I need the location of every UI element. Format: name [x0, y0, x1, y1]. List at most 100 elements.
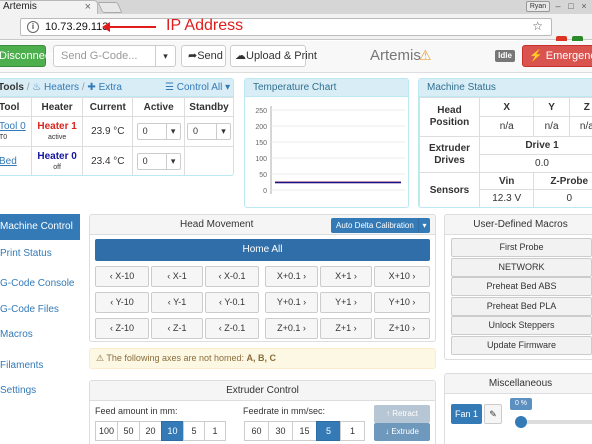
move-button[interactable]: X+10 ›: [374, 266, 430, 287]
feed-amount-option[interactable]: 20: [139, 421, 162, 441]
annotation-label: IP Address: [166, 17, 244, 34]
move-button[interactable]: ‹ Y-1: [151, 292, 203, 313]
feed-amount-option[interactable]: 100: [95, 421, 118, 441]
heater-1-label[interactable]: Heater 1: [32, 121, 83, 132]
move-button[interactable]: X+1 ›: [320, 266, 372, 287]
feed-amount-option[interactable]: 10: [161, 421, 184, 441]
heater-0-current: 23.4 °C: [82, 146, 134, 175]
move-button[interactable]: ‹ Z-10: [95, 318, 149, 339]
move-button[interactable]: ‹ X-10: [95, 266, 149, 287]
macro-button[interactable]: Update Firmware: [451, 336, 592, 355]
move-button[interactable]: Y+10 ›: [374, 292, 430, 313]
feedrate-label: Feedrate in mm/sec:: [243, 406, 326, 416]
chart-tick-label: 50: [259, 172, 267, 179]
gcode-input[interactable]: Send G-Code... ▾: [53, 45, 176, 67]
feed-amount-label: Feed amount in mm:: [95, 406, 178, 416]
heater-1-active-select[interactable]: 0: [136, 123, 181, 140]
tools-table: Tool Heater Current Active Standby Tool …: [0, 97, 233, 175]
crumb-tools[interactable]: Tools: [0, 82, 24, 93]
browser-tab[interactable]: Artemis ×: [0, 0, 98, 14]
move-button[interactable]: ‹ Z-0.1: [205, 318, 259, 339]
chevron-down-icon[interactable]: ▾: [418, 218, 430, 233]
disconnect-button[interactable]: Disconnect: [0, 45, 53, 67]
move-button[interactable]: ‹ X-0.1: [205, 266, 259, 287]
pin-icon[interactable]: ✎: [484, 404, 502, 424]
sidebar-item-macros[interactable]: Macros: [0, 322, 80, 348]
chevron-down-icon[interactable]: ▾: [155, 46, 175, 66]
move-button-label: X-0.1: [223, 271, 246, 281]
auto-delta-calibration-button[interactable]: Auto Delta Calibration ▾: [331, 218, 430, 233]
tab-close-icon[interactable]: ×: [85, 1, 91, 13]
fan-slider-handle[interactable]: [515, 416, 527, 428]
feedrate-option[interactable]: 30: [268, 421, 293, 441]
crumb-heaters[interactable]: Heaters: [44, 82, 79, 93]
heater-0-state: off: [53, 163, 61, 171]
address-bar[interactable]: i 10.73.29.113 ☆: [20, 18, 552, 36]
sidebar-item-gcode-console[interactable]: G-Code Console: [0, 271, 80, 297]
move-button[interactable]: ‹ Z-1: [151, 318, 203, 339]
move-button[interactable]: ‹ Y-0.1: [205, 292, 259, 313]
new-tab-button[interactable]: [97, 2, 123, 13]
minimize-icon[interactable]: –: [553, 1, 563, 11]
macro-button[interactable]: NETWORK: [451, 257, 592, 277]
sidebar-item-settings[interactable]: Settings: [0, 378, 80, 404]
extrude-button[interactable]: ↓ Extrude: [374, 423, 430, 441]
move-button[interactable]: Y+0.1 ›: [265, 292, 318, 313]
move-button[interactable]: ‹ X-1: [151, 266, 203, 287]
bookmark-star-icon[interactable]: ☆: [532, 19, 543, 33]
macro-button[interactable]: Unlock Steppers: [451, 316, 592, 336]
maximize-icon[interactable]: □: [566, 1, 576, 11]
move-button[interactable]: ‹ Y-10: [95, 292, 149, 313]
info-icon[interactable]: i: [27, 21, 39, 33]
feed-amount-option[interactable]: 50: [117, 421, 140, 441]
home-all-button[interactable]: Home All: [95, 239, 430, 261]
annotation-arrow-icon: [102, 22, 156, 32]
feedrate-option[interactable]: 5: [316, 421, 341, 441]
move-button[interactable]: Z+0.1 ›: [265, 318, 318, 339]
fan-slider-track[interactable]: [521, 420, 592, 424]
chevron-right-icon: ›: [300, 271, 307, 281]
feedrate-option[interactable]: 1: [340, 421, 365, 441]
control-all-dropdown[interactable]: ☰ Control All ▾: [165, 79, 230, 97]
crumb-extra[interactable]: Extra: [99, 82, 122, 93]
feed-amount-option[interactable]: 5: [183, 421, 205, 441]
macro-button[interactable]: First Probe: [451, 238, 592, 257]
browser-user-button[interactable]: Ryan: [526, 1, 550, 12]
heater-0-label[interactable]: Heater 0: [32, 151, 83, 162]
vin-label: Vin: [478, 172, 535, 190]
heater-1-standby-select[interactable]: 0: [187, 123, 232, 140]
tool-0-link[interactable]: Tool 0: [0, 121, 31, 132]
chevron-right-icon: ›: [409, 297, 416, 307]
upload-print-button[interactable]: ☁Upload & Print: [230, 45, 317, 67]
browser-tab-bar: Artemis × Ryan – □ ×: [0, 0, 592, 14]
fan-1-button[interactable]: Fan 1: [451, 404, 482, 424]
send-button[interactable]: ➦Send: [181, 45, 226, 67]
miscellaneous-title: Miscellaneous: [445, 374, 592, 394]
sidebar-item-machine-control[interactable]: Machine Control: [0, 214, 80, 240]
move-button[interactable]: X+0.1 ›: [265, 266, 318, 287]
warning-icon: ⚠: [96, 353, 105, 363]
feedrate-option[interactable]: 60: [244, 421, 269, 441]
temperature-chart-title: Temperature Chart: [245, 79, 408, 97]
miscellaneous-panel: Miscellaneous Fan 1 ✎ 0 %: [444, 373, 592, 444]
feed-amount-option[interactable]: 1: [204, 421, 226, 441]
emergency-stop-button[interactable]: ⚡ Emergency Stop: [522, 45, 592, 67]
url-text: 10.73.29.113: [45, 21, 109, 33]
bed-link[interactable]: Bed: [0, 156, 17, 167]
close-window-icon[interactable]: ×: [579, 1, 589, 11]
sidebar-item-filaments[interactable]: Filaments: [0, 353, 80, 379]
machine-name: Artemis: [370, 47, 421, 64]
move-button[interactable]: Z+10 ›: [374, 318, 430, 339]
macro-button[interactable]: Preheat Bed PLA: [451, 296, 592, 316]
move-button[interactable]: Z+1 ›: [320, 318, 372, 339]
retract-button[interactable]: ↑ Retract: [374, 405, 430, 423]
axis-y-label: Y: [533, 97, 570, 117]
feedrate-option[interactable]: 15: [292, 421, 317, 441]
sidebar-item-print-status[interactable]: Print Status: [0, 241, 80, 267]
move-button[interactable]: Y+1 ›: [320, 292, 372, 313]
heater-0-active-select[interactable]: 0: [136, 153, 181, 170]
sidebar-item-gcode-files[interactable]: G-Code Files: [0, 297, 80, 323]
tools-panel-header: Tools / ♨ Heaters / ✚ Extra ☰ Control Al…: [0, 79, 233, 97]
macros-title: User-Defined Macros: [445, 215, 592, 235]
macro-button[interactable]: Preheat Bed ABS: [451, 277, 592, 297]
